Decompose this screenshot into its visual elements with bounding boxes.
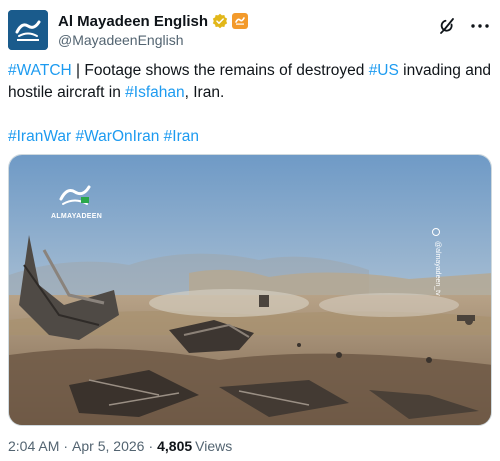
more-options-icon[interactable] [470, 16, 490, 36]
side-handle-text: @almayadeen_tv [434, 241, 441, 296]
video-media[interactable]: ALMAYADEEN @almayadeen_tv [8, 154, 492, 426]
tweet-date[interactable]: Apr 5, 2026 [72, 438, 144, 454]
tweet-time[interactable]: 2:04 AM [8, 438, 59, 454]
hashtag-link[interactable]: #US [369, 62, 399, 79]
tweet-hashtags: #IranWar #WarOnIran #Iran [8, 126, 492, 148]
display-name[interactable]: Al Mayadeen English [58, 13, 208, 30]
side-handle: @almayadeen_tv [429, 225, 443, 296]
grok-glyph-icon [440, 18, 454, 34]
hashtag-link[interactable]: #IranWar [8, 128, 71, 145]
watermark-logo-icon [59, 185, 91, 205]
ellipsis-icon [471, 24, 489, 28]
watermark-text: ALMAYADEEN [51, 213, 103, 220]
user-handle[interactable]: @MayadeenEnglish [58, 32, 184, 48]
verified-badge-icon [212, 13, 228, 29]
hashtag-link[interactable]: #WarOnIran [75, 128, 159, 145]
meta-separator: · [148, 438, 154, 454]
tweet-meta: 2:04 AM · Apr 5, 2026 · 4,805 Views [8, 438, 232, 454]
al-mayadeen-logo-icon [8, 10, 48, 50]
tweet-text-segment: | Footage shows the remains of destroyed [71, 62, 369, 79]
grok-icon[interactable] [438, 16, 458, 36]
views-count[interactable]: 4,805 [157, 438, 192, 454]
views-label: Views [195, 438, 233, 454]
affiliate-logo-icon [235, 17, 245, 25]
tweet-text: #WATCH | Footage shows the remains of de… [8, 60, 492, 148]
tweet-body: #WATCH | Footage shows the remains of de… [8, 60, 492, 104]
hashtag-link[interactable]: #Isfahan [125, 84, 184, 101]
avatar[interactable] [8, 10, 48, 50]
name-row: Al Mayadeen English [58, 11, 249, 31]
meta-separator: · [63, 438, 69, 454]
hashtag-link[interactable]: #Iran [164, 128, 199, 145]
tweet-header: Al Mayadeen English @MayadeenEnglish [8, 8, 492, 52]
hashtag-link[interactable]: #WATCH [8, 62, 72, 79]
tweet-text-segment: , Iran. [184, 84, 225, 101]
affiliate-badge-icon[interactable] [232, 13, 249, 29]
